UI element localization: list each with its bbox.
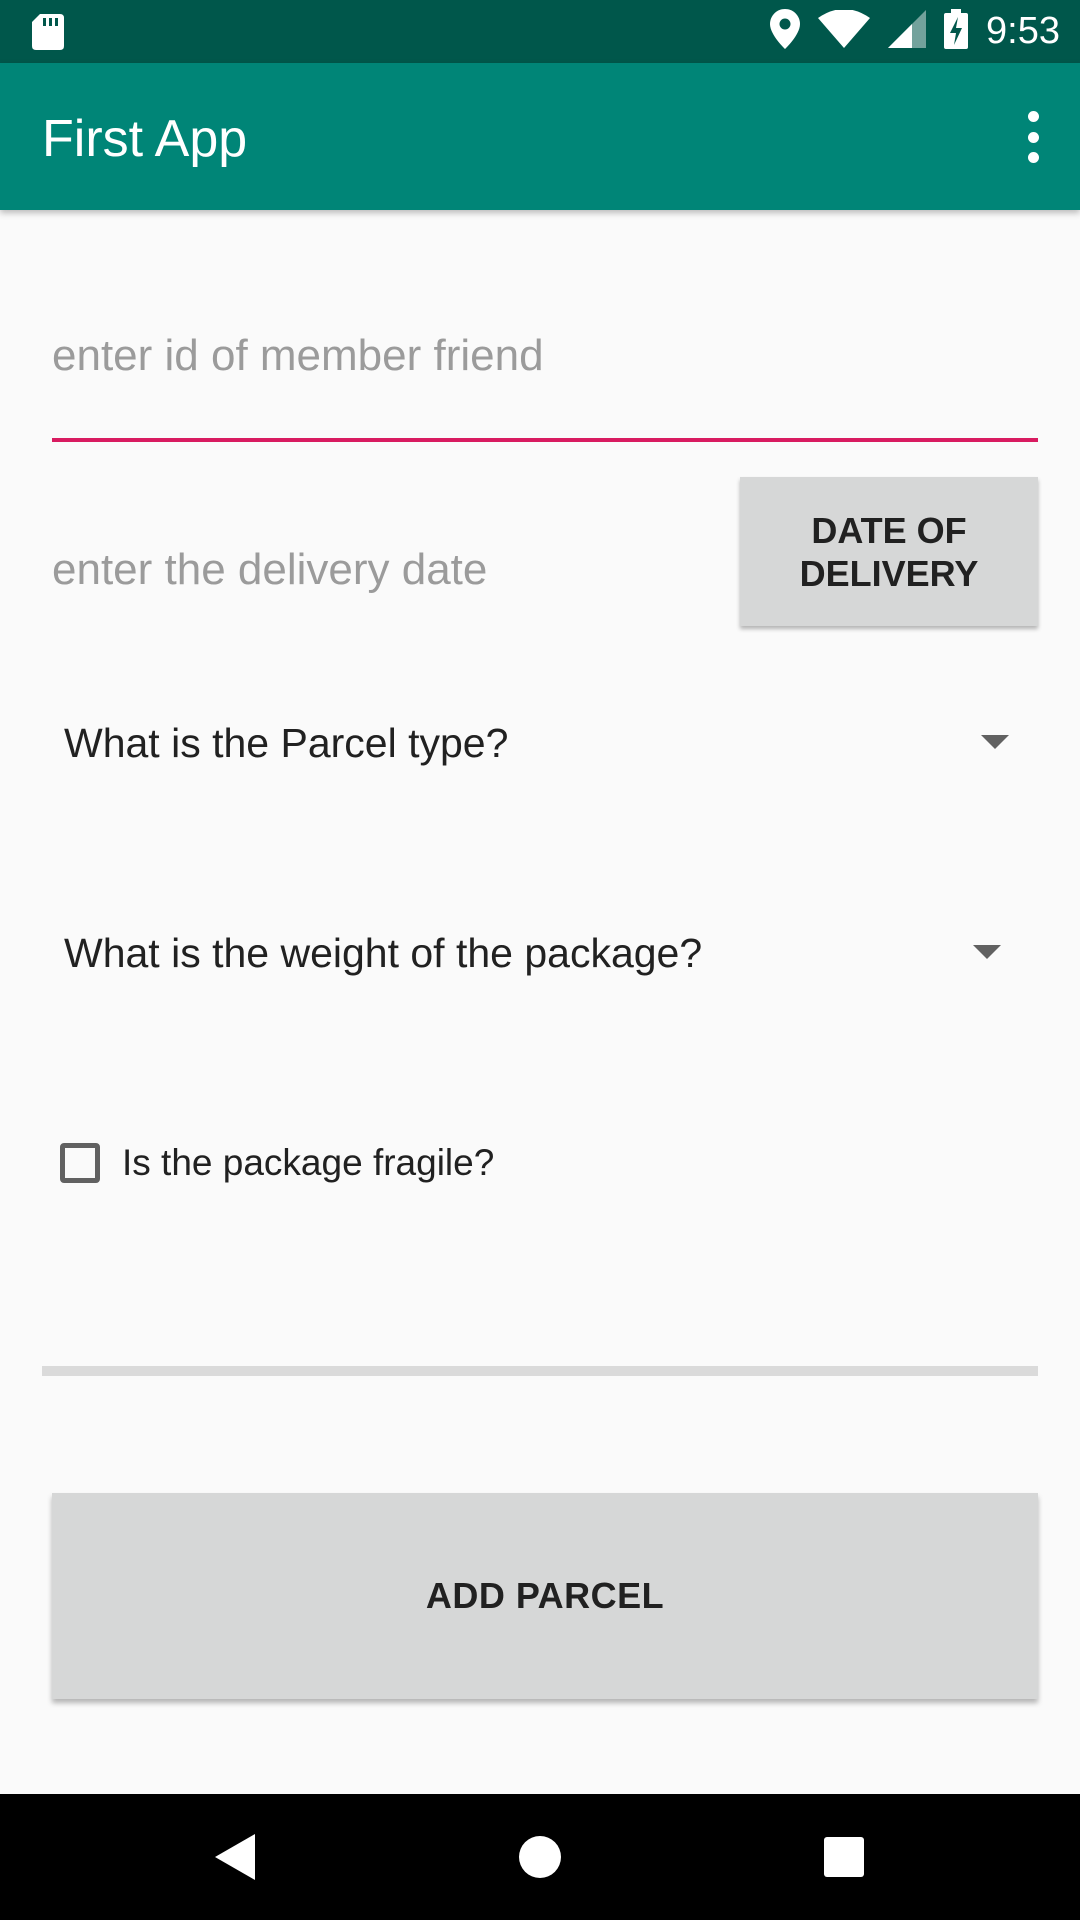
delivery-date-input[interactable] — [52, 530, 712, 610]
weight-selected: What is the weight of the package? — [64, 929, 703, 976]
status-bar: 9:53 — [0, 0, 1080, 63]
fragile-checkbox-row[interactable]: Is the package fragile? — [60, 1138, 494, 1188]
parcel-type-spinner[interactable]: What is the Parcel type? — [42, 693, 1018, 793]
dropdown-arrow-icon — [973, 945, 1001, 959]
navigation-bar — [0, 1794, 1080, 1920]
signal-icon — [888, 10, 927, 53]
member-id-underline — [52, 438, 1038, 442]
clock: 9:53 — [986, 10, 1060, 52]
home-icon[interactable] — [519, 1836, 561, 1878]
battery-charging-icon — [944, 9, 969, 54]
location-icon — [770, 9, 801, 54]
date-of-delivery-button[interactable]: DATE OF DELIVERY — [740, 477, 1038, 626]
more-vert-icon[interactable] — [1008, 111, 1058, 163]
fragile-checkbox[interactable] — [60, 1143, 100, 1183]
member-id-input[interactable] — [52, 315, 1038, 397]
weight-spinner[interactable]: What is the weight of the package? — [42, 903, 1018, 1003]
recents-icon[interactable] — [824, 1837, 864, 1877]
parcel-type-selected: What is the Parcel type? — [64, 719, 509, 766]
sd-card-icon — [32, 14, 64, 55]
dropdown-arrow-icon — [981, 735, 1009, 749]
fragile-checkbox-label: Is the package fragile? — [122, 1142, 495, 1183]
date-of-delivery-label: DATE OF DELIVERY — [799, 509, 979, 594]
back-icon[interactable] — [215, 1834, 255, 1885]
wifi-icon — [818, 9, 871, 53]
app-title: First App — [42, 110, 248, 168]
divider — [42, 1366, 1038, 1376]
app-bar: First App — [0, 63, 1080, 210]
add-parcel-button[interactable]: ADD PARCEL — [52, 1493, 1038, 1699]
